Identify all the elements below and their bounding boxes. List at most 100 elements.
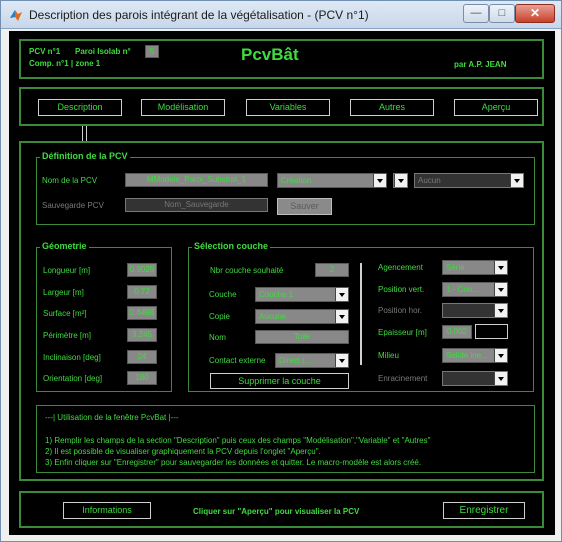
epaisseur-extra-field[interactable]	[475, 324, 508, 339]
footer-panel: Informations Cliquer sur "Aperçu" pour v…	[19, 491, 544, 528]
sauvegarde-label: Sauvegarde PCV	[42, 201, 104, 210]
copie-label: Copie	[209, 312, 230, 321]
chevron-down-icon	[394, 174, 407, 187]
nom-pcv-field[interactable]: MModele_Paroi_Substrat_1	[125, 173, 268, 187]
footer-hint: Cliquer sur "Aperçu" pour visualiser la …	[193, 507, 360, 516]
chevron-down-icon	[335, 354, 348, 367]
position-hor-dropdown[interactable]	[442, 303, 508, 318]
enracinement-dropdown[interactable]	[442, 371, 508, 386]
geometrie-label: Longueur [m]	[43, 266, 91, 275]
geometrie-value-field[interactable]: 0.72	[127, 285, 157, 299]
nom-pcv-label: Nom de la PCV	[42, 176, 98, 185]
info-header: ---| Utilisation de la fenêtre PcvBat |-…	[45, 413, 179, 422]
minimize-icon: —	[470, 7, 482, 19]
chevron-down-icon	[510, 174, 523, 187]
epaisseur-field[interactable]: 0.002	[442, 325, 472, 339]
pcv-number: PCV n°1	[29, 47, 61, 56]
agencement-dropdown[interactable]: Série	[442, 260, 508, 275]
nom-couche-label: Nom	[209, 333, 226, 342]
info-line-2: 2) Il est possible de visualiser graphiq…	[45, 447, 321, 456]
tab-connector	[82, 126, 87, 141]
chevron-down-icon	[335, 310, 348, 323]
geometrie-label: Périmètre [m]	[43, 331, 92, 340]
couche-dropdown[interactable]: Couche 1	[255, 287, 349, 302]
chevron-down-icon	[494, 372, 507, 385]
mode-value: Création	[281, 176, 312, 185]
chevron-down-icon	[494, 283, 507, 296]
chevron-down-icon	[494, 261, 507, 274]
position-hor-label: Position hor.	[378, 306, 423, 315]
tab-apercu[interactable]: Aperçu	[454, 99, 538, 116]
maximize-icon: □	[498, 7, 506, 19]
enregistrer-button[interactable]: Enregistrer	[443, 502, 525, 519]
app-window: Description des parois intégrant de la v…	[0, 0, 562, 542]
tab-autres[interactable]: Autres	[350, 99, 434, 116]
geometrie-label: Surface [m²]	[43, 309, 87, 318]
geometrie-value-field[interactable]: 180	[127, 371, 157, 385]
contact-label: Contact externe	[209, 356, 266, 365]
geometrie-label: Orientation [deg]	[43, 374, 103, 383]
window-title: Description des parois intégrant de la v…	[29, 8, 369, 22]
paroi-label: Paroi Isolab n°	[75, 47, 131, 56]
info-line-3: 3) Enfin cliquer sur "Enregistrer" pour …	[45, 458, 422, 467]
nb-couche-label: Nbr couche souhaité	[210, 266, 284, 275]
sauvegarde-field[interactable]: Nom_Sauvegarde	[125, 198, 268, 212]
chevron-down-icon	[335, 288, 348, 301]
description-panel: Définition de la PCV Nom de la PCV MMode…	[19, 141, 544, 481]
title-bar: Description des parois intégrant de la v…	[1, 1, 561, 29]
aucun-value: Aucun	[418, 176, 441, 185]
definition-title: Définition de la PCV	[40, 151, 130, 161]
position-vert-dropdown[interactable]: 1 - Cou...	[442, 282, 508, 297]
geometrie-label: Largeur [m]	[43, 288, 84, 297]
geometrie-title: Géometrie	[40, 241, 89, 251]
sauver-button[interactable]: Sauver	[277, 198, 332, 215]
nom-couche-field[interactable]: Toile	[255, 330, 349, 344]
minimize-button[interactable]: —	[463, 4, 489, 23]
geometrie-value-field[interactable]: 3.245	[127, 328, 157, 342]
nb-couche-field[interactable]: 2	[315, 263, 349, 277]
tabs-panel: Description Modélisation Variables Autre…	[19, 87, 544, 126]
comp-zone-label: Comp. n°1 | zone 1	[29, 59, 101, 68]
informations-button[interactable]: Informations	[63, 502, 151, 519]
geometrie-value-field[interactable]: 0.9025	[127, 263, 157, 277]
milieu-label: Milieu	[378, 351, 399, 360]
tab-variables[interactable]: Variables	[246, 99, 330, 116]
geometrie-label: Inclinaison [deg]	[43, 353, 101, 362]
maximize-button[interactable]: □	[489, 4, 515, 23]
header-panel: PCV n°1 Paroi Isolab n° 5 Comp. n°1 | zo…	[19, 39, 544, 79]
secondary-dropdown[interactable]	[393, 173, 408, 188]
couche-value: Couche 1	[259, 290, 294, 299]
aucun-dropdown[interactable]: Aucun	[414, 173, 524, 188]
mode-dropdown[interactable]: Création	[277, 173, 387, 188]
paroi-number-field[interactable]: 5	[145, 45, 159, 58]
chevron-down-icon	[373, 174, 386, 187]
geometrie-value-field[interactable]: 0.6498	[127, 306, 157, 320]
selection-title: Sélection couche	[192, 241, 271, 251]
milieu-dropdown[interactable]: Solide ine...	[442, 348, 508, 363]
main-canvas: PCV n°1 Paroi Isolab n° 5 Comp. n°1 | zo…	[9, 31, 555, 535]
milieu-value: Solide ine...	[446, 351, 488, 360]
copie-dropdown[interactable]: Aucune	[255, 309, 349, 324]
app-name: PcvBât	[241, 45, 299, 64]
position-vert-label: Position vert.	[378, 285, 425, 294]
geometrie-value-field[interactable]: 24	[127, 350, 157, 364]
close-button[interactable]: ✕	[515, 4, 555, 23]
author-label: par A.P. JEAN	[454, 60, 507, 69]
contact-value: Direct (...	[279, 356, 312, 365]
contact-dropdown[interactable]: Direct (...	[275, 353, 349, 368]
info-box: ---| Utilisation de la fenêtre PcvBat |-…	[36, 405, 535, 473]
supprimer-couche-button[interactable]: Supprimer la couche	[210, 373, 349, 389]
matlab-icon	[10, 10, 22, 21]
couche-label: Couche	[209, 290, 237, 299]
tab-modelisation[interactable]: Modélisation	[141, 99, 225, 116]
copie-value: Aucune	[259, 312, 287, 321]
info-line-1: 1) Remplir les champs de la section "Des…	[45, 436, 431, 445]
position-vert-value: 1 - Cou...	[446, 285, 479, 294]
chevron-down-icon	[494, 349, 507, 362]
chevron-down-icon	[494, 304, 507, 317]
agencement-label: Agencement	[378, 263, 423, 272]
tab-description[interactable]: Description	[38, 99, 122, 116]
close-icon: ✕	[529, 6, 541, 20]
agencement-value: Série	[446, 263, 465, 272]
enracinement-label: Enracinement	[378, 374, 428, 383]
